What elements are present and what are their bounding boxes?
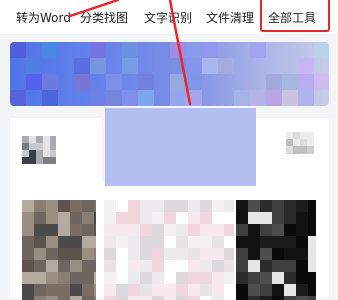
annotation-arrow-right — [168, 0, 192, 106]
annotation-arrow-left — [68, 0, 120, 18]
annotation-arrows — [68, 0, 192, 106]
